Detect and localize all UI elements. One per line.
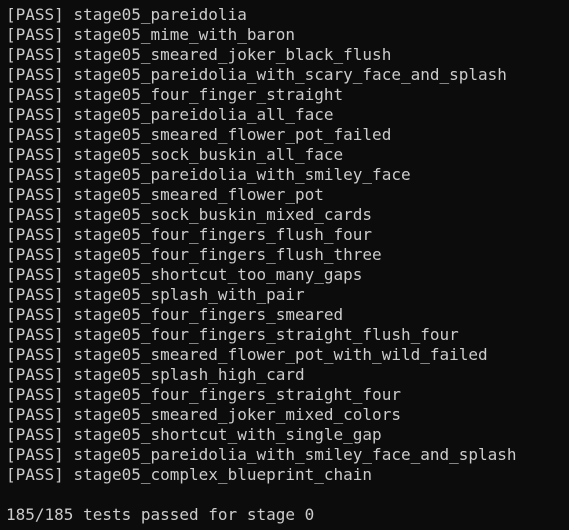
test-result-list: [PASS] stage05_pareidolia [PASS] stage05_… <box>6 5 569 485</box>
pass-status-tag: [PASS] <box>6 365 64 384</box>
pass-status-tag: [PASS] <box>6 145 64 164</box>
pass-status-tag: [PASS] <box>6 465 64 484</box>
test-name: stage05_pareidolia_with_scary_face_and_s… <box>73 65 507 84</box>
test-result-line: [PASS] stage05_sock_buskin_all_face <box>6 145 569 165</box>
pass-status-tag: [PASS] <box>6 25 64 44</box>
pass-status-tag: [PASS] <box>6 225 64 244</box>
test-result-line: [PASS] stage05_sock_buskin_mixed_cards <box>6 205 569 225</box>
summary-line: 185/185 tests passed for stage 0 <box>6 505 569 525</box>
test-name: stage05_shortcut_with_single_gap <box>73 425 382 444</box>
test-result-line: [PASS] stage05_splash_high_card <box>6 365 569 385</box>
test-result-line: [PASS] stage05_pareidolia_all_face <box>6 105 569 125</box>
test-result-line: [PASS] stage05_shortcut_with_single_gap <box>6 425 569 445</box>
test-result-line: [PASS] stage05_smeared_flower_pot <box>6 185 569 205</box>
test-name: stage05_four_fingers_smeared <box>73 305 344 324</box>
test-result-line: [PASS] stage05_four_finger_straight <box>6 85 569 105</box>
terminal-window[interactable]: [PASS] stage05_pareidolia [PASS] stage05_… <box>0 0 569 530</box>
test-result-line: [PASS] stage05_four_fingers_straight_flu… <box>6 325 569 345</box>
test-name: stage05_smeared_joker_black_flush <box>73 45 392 64</box>
test-result-line: [PASS] stage05_four_fingers_flush_three <box>6 245 569 265</box>
pass-status-tag: [PASS] <box>6 125 64 144</box>
test-name: stage05_splash_with_pair <box>73 285 305 304</box>
pass-status-tag: [PASS] <box>6 305 64 324</box>
test-result-line: [PASS] stage05_four_fingers_straight_fou… <box>6 385 569 405</box>
test-result-line: [PASS] stage05_shortcut_too_many_gaps <box>6 265 569 285</box>
test-name: stage05_smeared_joker_mixed_colors <box>73 405 401 424</box>
pass-status-tag: [PASS] <box>6 165 64 184</box>
test-name: stage05_splash_high_card <box>73 365 305 384</box>
summary-text: 185/185 tests passed for stage 0 <box>6 505 315 524</box>
test-result-line: [PASS] stage05_smeared_flower_pot_with_w… <box>6 345 569 365</box>
test-name: stage05_complex_blueprint_chain <box>73 465 373 484</box>
pass-status-tag: [PASS] <box>6 245 64 264</box>
test-name: stage05_sock_buskin_mixed_cards <box>73 205 373 224</box>
pass-status-tag: [PASS] <box>6 5 64 24</box>
test-result-line: [PASS] stage05_smeared_joker_mixed_color… <box>6 405 569 425</box>
test-name: stage05_four_fingers_flush_four <box>73 225 373 244</box>
test-name: stage05_pareidolia_with_smiley_face <box>73 165 411 184</box>
test-result-line: [PASS] stage05_pareidolia_with_smiley_fa… <box>6 445 569 465</box>
pass-status-tag: [PASS] <box>6 45 64 64</box>
partially-visible-line <box>6 525 569 530</box>
test-result-line: [PASS] stage05_pareidolia_with_smiley_fa… <box>6 165 569 185</box>
test-name: stage05_pareidolia <box>73 5 247 24</box>
test-result-line: [PASS] stage05_pareidolia_with_scary_fac… <box>6 65 569 85</box>
pass-status-tag: [PASS] <box>6 385 64 404</box>
test-name: stage05_four_fingers_straight_four <box>73 385 401 404</box>
test-name: stage05_pareidolia_all_face <box>73 105 334 124</box>
pass-status-tag: [PASS] <box>6 285 64 304</box>
test-result-line: [PASS] stage05_pareidolia <box>6 5 569 25</box>
pass-status-tag: [PASS] <box>6 85 64 104</box>
test-result-line: [PASS] stage05_four_fingers_smeared <box>6 305 569 325</box>
test-result-line: [PASS] stage05_smeared_joker_black_flush <box>6 45 569 65</box>
test-result-line: [PASS] stage05_splash_with_pair <box>6 285 569 305</box>
test-name: stage05_four_fingers_flush_three <box>73 245 382 264</box>
pass-status-tag: [PASS] <box>6 405 64 424</box>
test-name: stage05_smeared_flower_pot_with_wild_fai… <box>73 345 488 364</box>
test-name: stage05_smeared_flower_pot <box>73 185 324 204</box>
pass-status-tag: [PASS] <box>6 185 64 204</box>
pass-status-tag: [PASS] <box>6 65 64 84</box>
test-result-line: [PASS] stage05_smeared_flower_pot_failed <box>6 125 569 145</box>
test-name: stage05_sock_buskin_all_face <box>73 145 344 164</box>
test-name: stage05_pareidolia_with_smiley_face_and_… <box>73 445 517 464</box>
pass-status-tag: [PASS] <box>6 445 64 464</box>
pass-status-tag: [PASS] <box>6 205 64 224</box>
pass-status-tag: [PASS] <box>6 105 64 124</box>
test-name: stage05_mime_with_baron <box>73 25 295 44</box>
test-result-line: [PASS] stage05_mime_with_baron <box>6 25 569 45</box>
test-name: stage05_four_fingers_straight_flush_four <box>73 325 459 344</box>
test-name: stage05_four_finger_straight <box>73 85 344 104</box>
pass-status-tag: [PASS] <box>6 345 64 364</box>
test-name: stage05_shortcut_too_many_gaps <box>73 265 363 284</box>
pass-status-tag: [PASS] <box>6 325 64 344</box>
test-result-line: [PASS] stage05_complex_blueprint_chain <box>6 465 569 485</box>
test-name: stage05_smeared_flower_pot_failed <box>73 125 392 144</box>
pass-status-tag: [PASS] <box>6 265 64 284</box>
test-result-line: [PASS] stage05_four_fingers_flush_four <box>6 225 569 245</box>
pass-status-tag: [PASS] <box>6 425 64 444</box>
